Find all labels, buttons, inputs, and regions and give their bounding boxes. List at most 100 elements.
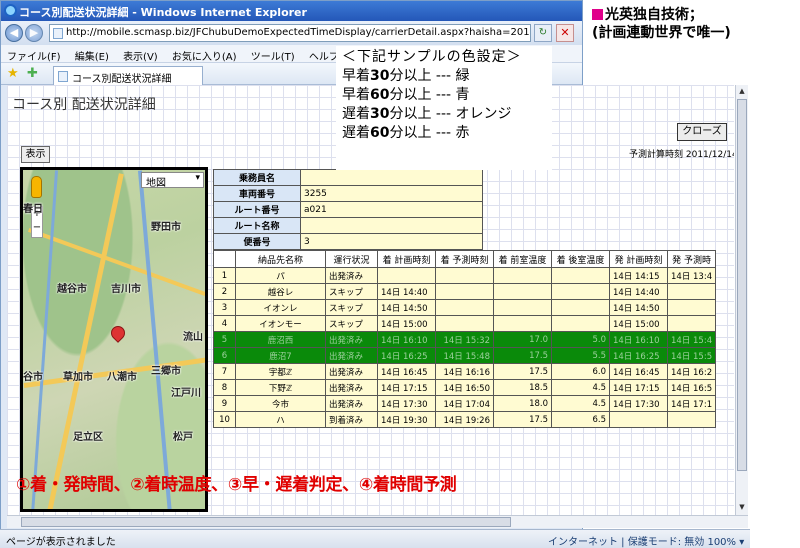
table-cell-arr-plan: [377, 267, 436, 284]
scroll-thumb[interactable]: [21, 517, 511, 527]
map-label: 越谷市: [57, 284, 87, 295]
table-cell-status: 出発済み: [325, 347, 378, 364]
map-type-select[interactable]: 地図 ▾: [141, 172, 204, 189]
table-row[interactable]: 5 鹿沼西 出発済み 14日 16:10 14日 15:32 17.0 5.0 14日 16:…: [213, 331, 717, 348]
legend-rule: 分以上 --- 緑: [389, 68, 470, 84]
scroll-thumb[interactable]: [737, 99, 747, 471]
legend-kind: 早着: [342, 68, 370, 84]
table-cell-name: 下野ℤ: [235, 379, 326, 396]
table-cell-arr-pred: 14日 16:50: [435, 379, 494, 396]
map-label: 草加市: [63, 372, 93, 383]
menu-edit[interactable]: 編集(E): [75, 52, 109, 63]
table-cell-arr-plan: 14日 14:40: [377, 283, 436, 300]
table-cell-name: 越谷レ: [235, 283, 326, 300]
color-legend: ＜下記サンプルの色設定＞ 早着30分以上 --- 緑早着60分以上 --- 青遅…: [336, 46, 552, 170]
close-button[interactable]: クローズ: [677, 123, 727, 141]
map-label: 江戸川: [171, 388, 201, 399]
table-cell-status: 出発済み: [325, 379, 378, 396]
table-row[interactable]: 7 宇都ℤ 出発済み 14日 16:45 14日 16:16 17.5 6.0 14日 16:…: [213, 363, 717, 380]
stop-icon[interactable]: ✕: [556, 24, 574, 42]
menu-tools[interactable]: ツール(T): [251, 52, 295, 63]
table-row[interactable]: 6 鹿沼7 出発済み 14日 16:25 14日 15:48 17.5 5.5 14日 16:…: [213, 347, 717, 364]
legend-line: 早着30分以上 --- 緑: [342, 67, 546, 86]
table-cell-temp-rear: [551, 315, 610, 332]
table-cell-no: 4: [213, 315, 236, 332]
legend-minutes: 30: [370, 106, 390, 122]
info-label: 乗務員名: [213, 169, 301, 186]
table-cell-arr-plan: 14日 17:30: [377, 395, 436, 412]
table-cell-no: 2: [213, 283, 236, 300]
table-cell-temp-front: [493, 283, 552, 300]
map-view[interactable]: 地図 ▾ + − 野田市 越谷市 吉川市 草加市 八潮市 三郷市 流山 江戸川 足…: [20, 167, 208, 512]
table-cell-temp-front: 18.5: [493, 379, 552, 396]
table-cell-arr-plan: 14日 17:15: [377, 379, 436, 396]
zone-indicator[interactable]: インターネット | 保護モード: 無効 100% ▾: [548, 533, 744, 548]
table-row[interactable]: 8 下野ℤ 出発済み 14日 17:15 14日 16:50 18.5 4.5 14日 17:…: [213, 379, 717, 396]
info-row: ルート番号 a021: [213, 201, 483, 218]
menu-favorites[interactable]: お気に入り(A): [172, 52, 237, 63]
add-favorite-icon[interactable]: ✚: [27, 66, 38, 81]
scroll-up-icon[interactable]: ▲: [736, 85, 748, 97]
legend-rule: 分以上 --- 赤: [389, 125, 470, 141]
table-cell-dep-pred: 14日 15:5: [666, 347, 717, 364]
legend-kind: 早着: [342, 87, 370, 103]
table-cell-arr-plan: 14日 14:50: [377, 299, 436, 316]
table-cell-temp-front: 17.0: [493, 331, 552, 348]
forecast-time: 予測計算時刻 2011/12/14 2: [629, 150, 734, 160]
map-marker-icon[interactable]: [108, 323, 128, 343]
window-title: コース別配送状況詳細 - Windows Internet Explorer: [19, 6, 307, 19]
info-table: 乗務員名 車両番号 3255 ルート番号 a021 ルート名称 便番号 3: [213, 169, 483, 250]
table-cell-temp-rear: 4.5: [551, 379, 610, 396]
table-cell-dep-plan: 14日 16:45: [609, 363, 668, 380]
table-row[interactable]: 1 パ出発済み 14日 14:15 14日 13:4: [213, 267, 717, 284]
favorites-star-icon[interactable]: ★: [7, 66, 19, 81]
pegman-icon[interactable]: [31, 176, 42, 198]
horizontal-scrollbar[interactable]: [7, 515, 748, 528]
table-cell-dep-plan: 14日 17:15: [609, 379, 668, 396]
info-value: [300, 169, 483, 186]
table-cell-temp-rear: [551, 299, 610, 316]
status-bar: ページが表示されました インターネット | 保護モード: 無効 100% ▾: [0, 529, 750, 548]
tab-page-icon: [58, 71, 68, 82]
table-cell-dep-pred: 14日 16:5: [666, 379, 717, 396]
legend-rule: 分以上 --- オレンジ: [389, 106, 512, 122]
table-cell-status: スキップ: [325, 283, 378, 300]
forward-icon[interactable]: ▶: [25, 24, 43, 42]
table-cell-dep-pred: [666, 283, 717, 300]
show-button[interactable]: 表示: [21, 146, 50, 163]
vertical-scrollbar[interactable]: ▲ ▼: [735, 85, 748, 515]
back-icon[interactable]: ◀: [5, 24, 23, 42]
url-input[interactable]: http://mobile.scmasp.biz/JFChubuDemoExpe…: [49, 24, 531, 42]
browser-tab[interactable]: コース別配送状況詳細: [53, 66, 203, 85]
map-label: 松戸: [173, 432, 193, 443]
table-cell-arr-plan: 14日 16:10: [377, 331, 436, 348]
map-label: 流山: [183, 332, 203, 343]
table-cell-temp-rear: 6.0: [551, 363, 610, 380]
table-cell-no: 6: [213, 347, 236, 364]
scroll-down-icon[interactable]: ▼: [736, 501, 748, 513]
table-cell-temp-rear: 5.5: [551, 347, 610, 364]
table-cell-dep-plan: 14日 17:30: [609, 395, 668, 412]
info-label: 便番号: [213, 233, 301, 250]
refresh-icon[interactable]: ↻: [534, 24, 552, 42]
column-header: 納品先名称: [235, 250, 326, 268]
table-cell-arr-pred: [435, 315, 494, 332]
table-row[interactable]: 10 ハ到着済み 14日 19:30 14日 19:26 17.5 6.5: [213, 411, 717, 428]
legend-minutes: 60: [370, 125, 390, 141]
legend-line: 遅着30分以上 --- オレンジ: [342, 105, 546, 124]
delivery-table: 納品先名称 運行状況着 計画時刻着 予測時刻着 前室温度着 後室温度発 計画時刻発…: [213, 250, 717, 428]
table-cell-status: スキップ: [325, 299, 378, 316]
map-label: 谷市: [23, 372, 43, 383]
table-row[interactable]: 4 イオンモー スキップ 14日 15:00 14日 15:00: [213, 315, 717, 332]
table-cell-temp-front: [493, 299, 552, 316]
menu-view[interactable]: 表示(V): [123, 52, 158, 63]
table-cell-temp-rear: [551, 283, 610, 300]
table-row[interactable]: 9 今市 出発済み 14日 17:30 14日 17:04 18.0 4.5 14日 17:3…: [213, 395, 717, 412]
table-cell-temp-front: [493, 315, 552, 332]
menu-file[interactable]: ファイル(F): [7, 52, 61, 63]
map-type-label: 地図: [146, 178, 166, 189]
table-row[interactable]: 2 越谷レ スキップ 14日 14:40 14日 14:40: [213, 283, 717, 300]
table-cell-no: 10: [213, 411, 236, 428]
table-cell-status: スキップ: [325, 315, 378, 332]
table-row[interactable]: 3 イオンレ スキップ 14日 14:50 14日 14:50: [213, 299, 717, 316]
